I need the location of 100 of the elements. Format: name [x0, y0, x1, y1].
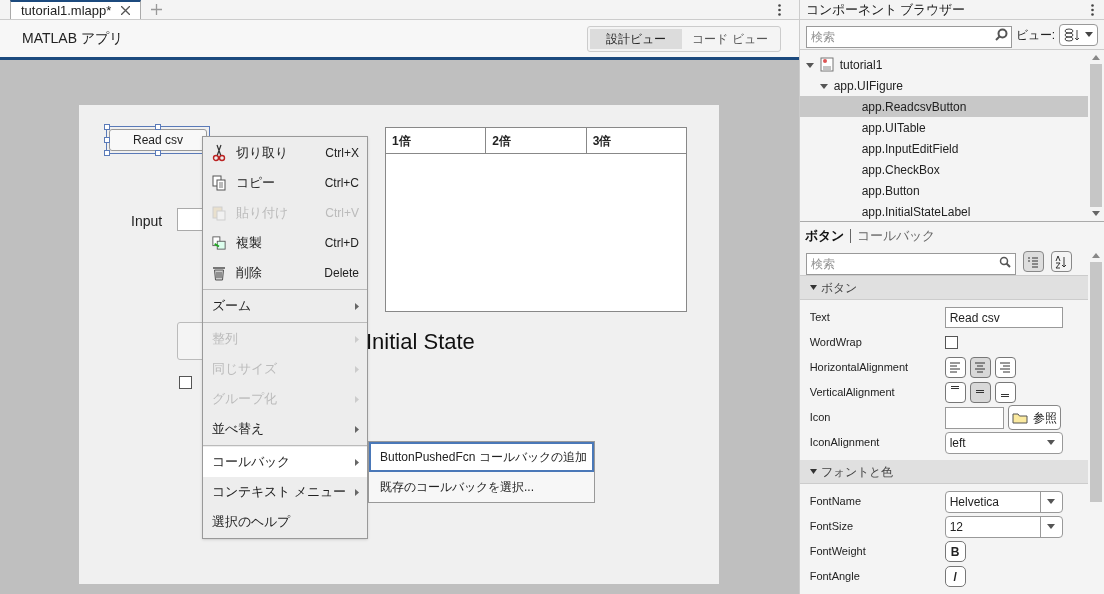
alignment-toggle[interactable]: [994, 382, 1016, 403]
menu-item[interactable]: コールバック: [203, 447, 367, 477]
file-path-field[interactable]: [944, 406, 1004, 429]
scrollbar-thumb[interactable]: [1090, 262, 1102, 502]
tree-item[interactable]: app.Button: [799, 180, 1088, 201]
submenu-arrow-icon: [355, 302, 359, 310]
close-icon[interactable]: [121, 6, 131, 15]
submenu-arrow-icon: [355, 425, 359, 433]
combo-box[interactable]: 12: [944, 515, 1063, 538]
menu-item[interactable]: 複製 Ctrl+D: [203, 228, 367, 258]
tree-item[interactable]: app.CheckBox: [799, 159, 1088, 180]
expand-caret-icon[interactable]: [805, 60, 814, 69]
caret-icon: [1084, 32, 1093, 37]
expand-caret-icon[interactable]: [819, 81, 828, 90]
trash-icon: [212, 264, 226, 282]
panel-tab[interactable]: ボタン: [804, 226, 844, 246]
menu-item[interactable]: 削除 Delete: [203, 258, 367, 288]
align-right-icon: [999, 361, 1012, 374]
view-label: ビュー:: [1015, 26, 1055, 44]
duplicate-icon: [212, 234, 226, 252]
search-icon: [998, 255, 1011, 268]
align-center-icon: [974, 361, 987, 374]
alignment-toggle[interactable]: [944, 357, 966, 378]
property-label: Text: [809, 310, 831, 326]
panel-tab[interactable]: コールバック: [856, 226, 935, 246]
list-icon: [1027, 255, 1040, 268]
expand-caret-icon: [809, 469, 817, 474]
menu-item[interactable]: 並べ替え: [203, 414, 367, 444]
search-icon: [994, 27, 1008, 41]
property-label: IconAlignment: [809, 435, 881, 451]
tree-item[interactable]: app.ReadcsvButton: [799, 96, 1088, 117]
sort-az-icon: [1055, 254, 1068, 269]
search-field[interactable]: 検索: [805, 252, 1016, 275]
section-header[interactable]: ボタン: [799, 276, 1088, 300]
text-field[interactable]: Read csv: [944, 307, 1063, 328]
section-header[interactable]: フォントと色: [799, 460, 1088, 484]
copy-icon: [212, 174, 226, 192]
expand-caret-icon: [809, 285, 817, 290]
tree-item[interactable]: app.UITable: [799, 117, 1088, 138]
property-label: WordWrap: [809, 335, 863, 351]
search-field[interactable]: 検索: [805, 25, 1012, 48]
align-left-icon: [949, 361, 962, 374]
alignment-toggle[interactable]: [944, 382, 966, 403]
style-toggle[interactable]: B: [944, 541, 966, 562]
app-title: MATLAB アプリ: [22, 29, 123, 48]
menu-item[interactable]: コピー Ctrl+C: [203, 168, 367, 198]
dropdown[interactable]: left: [944, 431, 1063, 454]
align-middle-icon: [974, 390, 987, 395]
caret-icon: [1047, 524, 1056, 529]
view-toggle[interactable]: コード ビュー: [682, 28, 778, 49]
more-options-icon[interactable]: [777, 4, 781, 16]
input-label: Input: [131, 212, 163, 231]
property-label: Icon: [809, 410, 832, 426]
property-label: FontSize: [809, 519, 855, 535]
checkbox[interactable]: [944, 336, 958, 349]
submenu-arrow-icon: [355, 488, 359, 496]
paste-icon: [212, 204, 226, 222]
alignment-toggle[interactable]: [969, 357, 991, 378]
scroll-up-icon[interactable]: [1092, 55, 1100, 60]
align-top-icon: [949, 386, 962, 391]
sort-icon: [1064, 27, 1081, 42]
menu-item[interactable]: ButtonPushedFcn コールバックの追加: [369, 442, 594, 472]
sort-alphabetical-button[interactable]: [1050, 251, 1072, 272]
alignment-toggle[interactable]: [994, 357, 1016, 378]
file-tab[interactable]: tutorial1.mlapp*: [10, 0, 142, 19]
browse-button[interactable]: 参照: [1007, 405, 1061, 430]
menu-item[interactable]: コンテキスト メニュー: [203, 477, 367, 507]
tree-item[interactable]: app.InitialStateLabel: [799, 201, 1088, 221]
tree-item[interactable]: app.InputEditField: [799, 138, 1088, 159]
app-file-icon: [819, 57, 834, 72]
align-bottom-icon: [999, 394, 1012, 399]
style-toggle[interactable]: /: [944, 566, 966, 587]
read-csv-button[interactable]: Read csv: [109, 129, 207, 151]
tree-item[interactable]: app.UIFigure: [799, 75, 1088, 96]
property-label: FontName: [809, 494, 862, 510]
combo-box[interactable]: Helvetica: [944, 490, 1063, 513]
submenu-arrow-icon: [355, 335, 359, 343]
property-label: FontWeight: [809, 544, 867, 560]
caret-icon: [1047, 499, 1056, 504]
scroll-up-icon[interactable]: [1092, 253, 1100, 258]
categorized-view-button[interactable]: [1022, 251, 1044, 272]
submenu-arrow-icon: [355, 458, 359, 466]
menu-item[interactable]: 既存のコールバックを選択...: [369, 472, 594, 502]
status-label: Initial State: [366, 328, 475, 356]
panel-title: コンポーネント ブラウザー: [805, 0, 966, 19]
more-options-icon[interactable]: [1091, 3, 1094, 16]
menu-item[interactable]: 切り取り Ctrl+X: [203, 138, 367, 168]
scissors-icon: [212, 144, 226, 162]
add-tab-icon[interactable]: [151, 4, 163, 15]
checkbox[interactable]: [179, 376, 192, 389]
view-toggle[interactable]: 設計ビュー: [590, 28, 683, 49]
menu-item[interactable]: ズーム: [203, 291, 367, 321]
tree-item[interactable]: tutorial1: [799, 54, 1088, 75]
scroll-down-icon[interactable]: [1092, 211, 1100, 216]
folder-icon: [1011, 411, 1028, 424]
scrollbar-thumb[interactable]: [1090, 64, 1102, 207]
submenu-arrow-icon: [355, 365, 359, 373]
view-dropdown[interactable]: [1059, 23, 1098, 46]
alignment-toggle[interactable]: [969, 382, 991, 403]
menu-item[interactable]: 選択のヘルプ: [203, 507, 367, 537]
